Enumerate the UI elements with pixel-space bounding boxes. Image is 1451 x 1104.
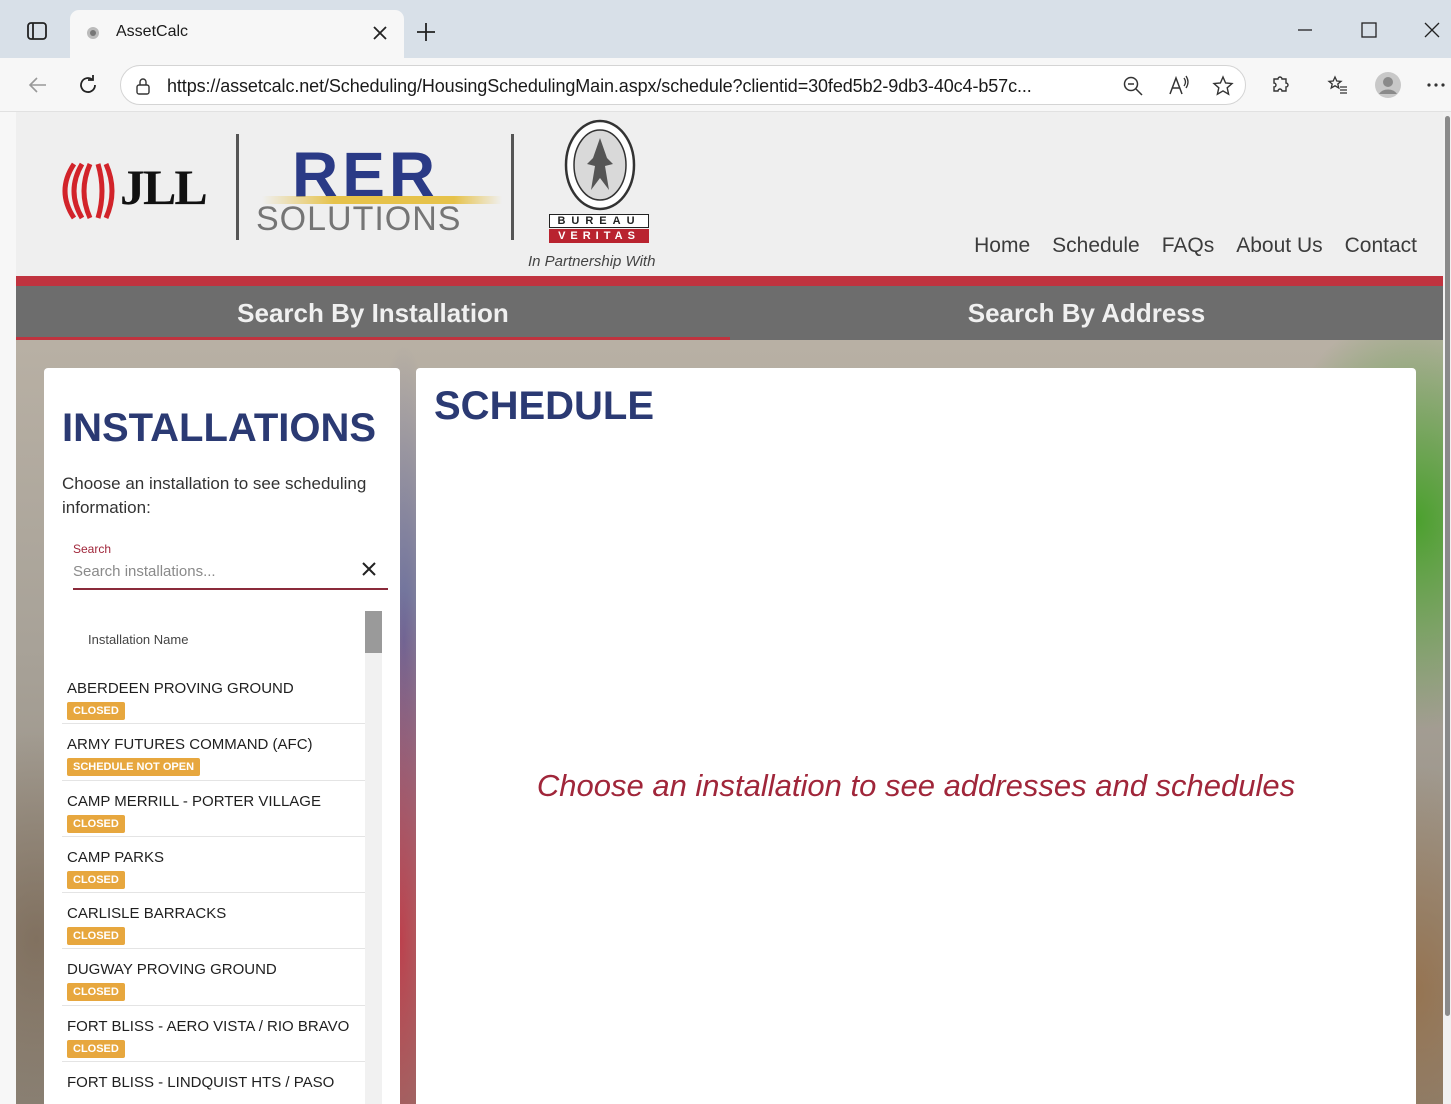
installations-description: Choose an installation to see scheduling… xyxy=(62,474,367,517)
bv-veritas-text: VERITAS xyxy=(549,229,649,243)
jll-mark-icon xyxy=(62,162,115,220)
header-accent-rule xyxy=(16,276,1443,286)
list-item[interactable]: CAMP PARKS CLOSED xyxy=(62,837,365,894)
schedule-panel: SCHEDULE Choose an installation to see a… xyxy=(416,368,1416,1104)
refresh-icon[interactable] xyxy=(76,73,100,97)
url-text[interactable]: https://assetcalc.net/Scheduling/Housing… xyxy=(167,76,1032,97)
jll-logo-text: JLL xyxy=(120,159,208,215)
tab-close-icon[interactable] xyxy=(368,21,392,45)
web-page: JLL RER SOLUTIONS BUREAU VERITAS In Part… xyxy=(16,112,1443,1104)
main-nav: Home Schedule FAQs About Us Contact xyxy=(974,234,1417,258)
window-close-icon[interactable] xyxy=(1420,18,1444,42)
url-bar[interactable]: https://assetcalc.net/Scheduling/Housing… xyxy=(120,65,1246,105)
tab-actions-icon[interactable] xyxy=(26,20,48,42)
more-options-icon[interactable] xyxy=(1424,73,1448,97)
site-header: JLL RER SOLUTIONS BUREAU VERITAS In Part… xyxy=(16,112,1443,276)
logo-divider xyxy=(511,134,514,240)
bureau-veritas-logo[interactable]: BUREAU VERITAS xyxy=(546,118,656,243)
list-item[interactable]: CARLISLE BARRACKS CLOSED xyxy=(62,893,365,950)
browser-address-bar: https://assetcalc.net/Scheduling/Housing… xyxy=(0,58,1451,112)
column-header-installation-name[interactable]: Installation Name xyxy=(88,632,188,647)
zoom-out-icon[interactable] xyxy=(1121,74,1145,98)
clear-search-icon[interactable] xyxy=(358,558,380,580)
tab-search-by-installation[interactable]: Search By Installation xyxy=(16,286,730,340)
list-item[interactable]: FORT BLISS - AERO VISTA / RIO BRAVO CLOS… xyxy=(62,1006,365,1063)
status-badge: CLOSED xyxy=(67,983,125,1002)
partnership-text: In Partnership With xyxy=(528,253,656,270)
favorite-star-icon[interactable] xyxy=(1211,74,1235,98)
installation-name: CAMP PARKS xyxy=(67,848,164,866)
status-badge: CLOSED xyxy=(67,870,125,889)
window-left-gutter xyxy=(0,112,16,1104)
installation-name: CARLISLE BARRACKS xyxy=(67,905,227,923)
installations-panel: INSTALLATIONS Choose an installation to … xyxy=(44,368,400,1104)
installation-name: CAMP MERRILL - PORTER VILLAGE xyxy=(67,792,321,810)
nav-home[interactable]: Home xyxy=(974,234,1030,258)
site-favicon-icon xyxy=(87,27,99,39)
page-scrollbar-thumb[interactable] xyxy=(1445,116,1450,1016)
minimize-icon[interactable] xyxy=(1293,18,1317,42)
status-badge: SCHEDULE NOT OPEN xyxy=(67,758,201,777)
favorites-icon[interactable] xyxy=(1326,73,1350,97)
list-scrollbar-thumb[interactable] xyxy=(365,611,382,653)
extensions-icon[interactable] xyxy=(1268,73,1292,97)
list-item[interactable]: FORT BLISS - LINDQUIST HTS / PASO xyxy=(62,1062,365,1104)
status-badge: CLOSED xyxy=(67,702,125,720)
rer-logo-subtitle: SOLUTIONS xyxy=(256,200,462,238)
installation-name: FORT BLISS - LINDQUIST HTS / PASO xyxy=(67,1074,335,1092)
browser-tab-active[interactable]: AssetCalc xyxy=(70,10,404,58)
nav-faqs[interactable]: FAQs xyxy=(1162,234,1215,258)
installation-name: DUGWAY PROVING GROUND xyxy=(67,961,277,979)
search-underline xyxy=(73,588,388,590)
status-badge: CLOSED xyxy=(67,927,125,946)
tab-title: AssetCalc xyxy=(116,23,189,40)
installation-name: ABERDEEN PROVING GROUND xyxy=(67,680,294,697)
nav-schedule[interactable]: Schedule xyxy=(1052,234,1140,258)
nav-about-us[interactable]: About Us xyxy=(1236,234,1322,258)
list-item[interactable]: ABERDEEN PROVING GROUND CLOSED xyxy=(62,668,365,725)
profile-avatar-icon[interactable] xyxy=(1374,71,1402,99)
list-item[interactable]: CAMP MERRILL - PORTER VILLAGE CLOSED xyxy=(62,781,365,837)
lock-icon[interactable] xyxy=(135,77,151,95)
rer-solutions-logo[interactable]: RER SOLUTIONS xyxy=(256,138,506,248)
installations-list: ABERDEEN PROVING GROUND CLOSED ARMY FUTU… xyxy=(62,668,365,1104)
nav-contact[interactable]: Contact xyxy=(1345,234,1417,258)
installations-title: INSTALLATIONS xyxy=(62,406,377,450)
list-item[interactable]: ARMY FUTURES COMMAND (AFC) SCHEDULE NOT … xyxy=(62,724,365,781)
schedule-title: SCHEDULE xyxy=(434,384,655,428)
url-host: https://assetcalc.net xyxy=(167,76,324,96)
read-aloud-icon[interactable] xyxy=(1167,74,1191,98)
search-label: Search xyxy=(73,542,112,556)
maximize-icon[interactable] xyxy=(1357,18,1381,42)
tab-search-by-address[interactable]: Search By Address xyxy=(730,286,1443,340)
list-scrollbar-track[interactable] xyxy=(365,611,382,1104)
back-arrow-icon[interactable] xyxy=(26,73,50,97)
installation-name: FORT BLISS - AERO VISTA / RIO BRAVO xyxy=(67,1017,350,1035)
logo-divider xyxy=(236,134,239,240)
status-badge: CLOSED xyxy=(67,1039,125,1058)
new-tab-icon[interactable] xyxy=(414,20,438,44)
installation-name: ARMY FUTURES COMMAND (AFC) xyxy=(67,736,313,754)
browser-tab-bar: AssetCalc xyxy=(0,0,1451,58)
search-installations-input[interactable] xyxy=(73,558,355,584)
bv-bureau-text: BUREAU xyxy=(549,214,649,228)
schedule-empty-message: Choose an installation to see addresses … xyxy=(536,768,1296,803)
list-item[interactable]: DUGWAY PROVING GROUND CLOSED xyxy=(62,949,365,1006)
search-mode-tabs: Search By Installation Search By Address xyxy=(16,286,1443,340)
bureau-veritas-seal-icon xyxy=(564,119,636,211)
status-badge: CLOSED xyxy=(67,814,125,833)
url-path: /Scheduling/HousingSchedulingMain.aspx/s… xyxy=(323,76,1032,96)
